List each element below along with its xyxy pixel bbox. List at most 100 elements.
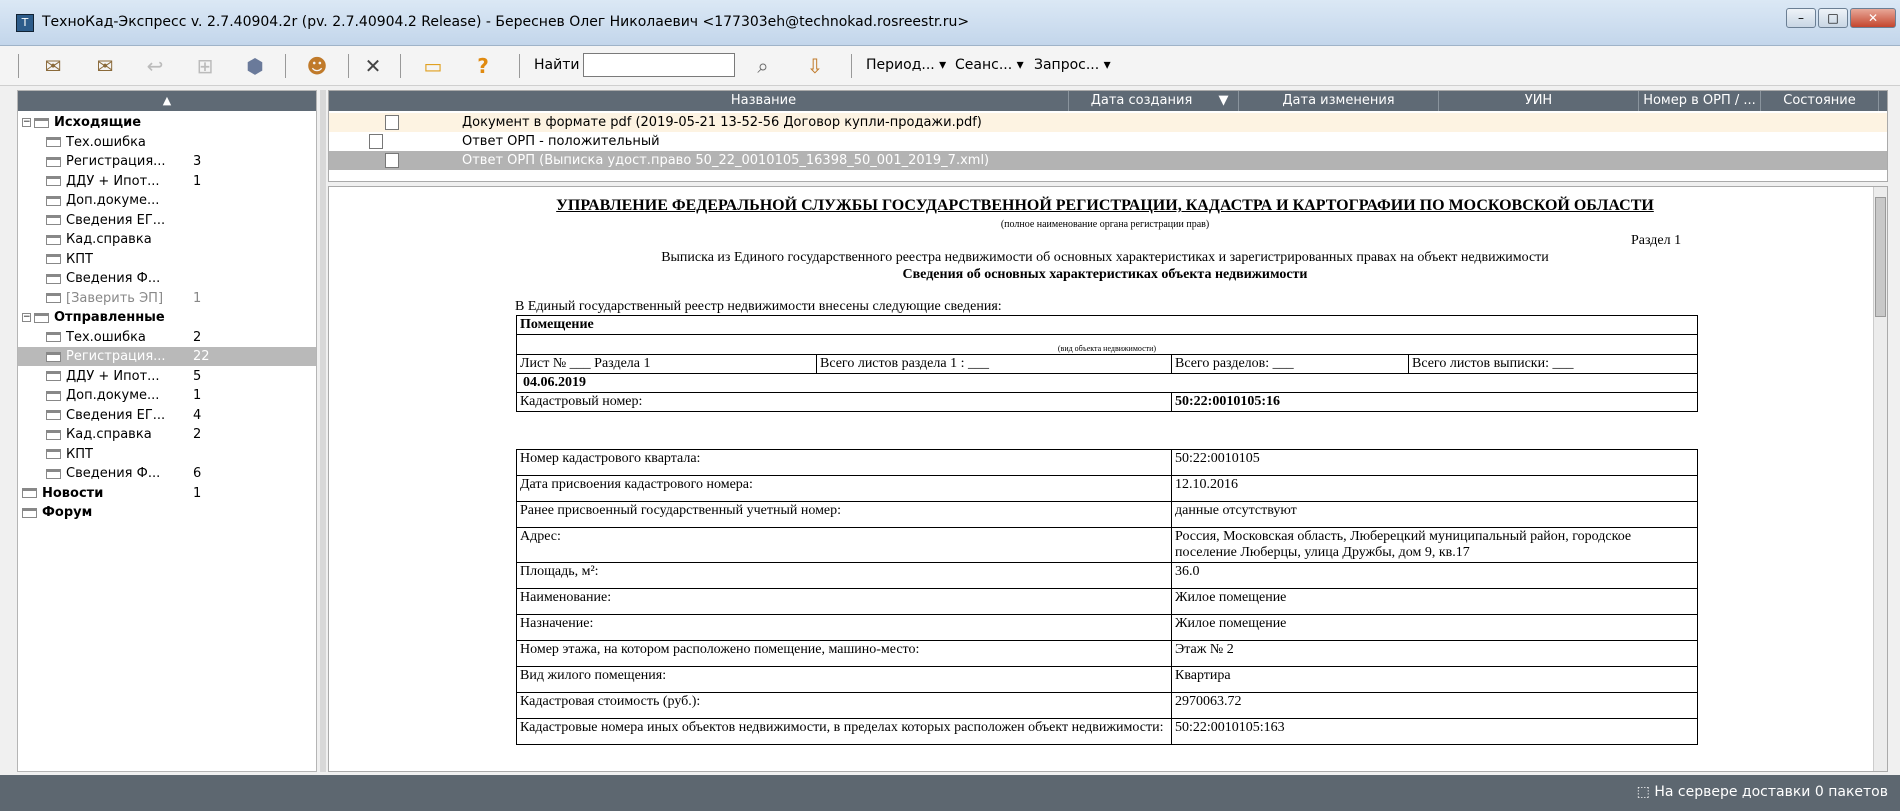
field-value: 50:22:0010105 (1171, 449, 1698, 476)
object-type: Помещение (516, 315, 1698, 335)
tree-item[interactable]: Сведения ЕГ... 4 (18, 406, 316, 425)
table-row: Ранее присвоенный государственный учетны… (516, 501, 1698, 528)
tree-item[interactable]: КПТ (18, 445, 316, 464)
folder-icon (46, 371, 61, 381)
table-row: Адрес: Россия, Московская область, Любере… (516, 527, 1698, 563)
tree-item-count: 2 (193, 329, 202, 345)
request-dropdown[interactable]: Запрос... ▾ (1034, 57, 1111, 73)
total-sections: Всего разделов: ___ (1171, 354, 1409, 374)
tree-item[interactable]: Кад.справка (18, 230, 316, 249)
tree-item[interactable]: ДДУ + Ипот... 5 (18, 367, 316, 386)
folder-icon (46, 293, 61, 303)
column-state[interactable]: Состояние (1761, 91, 1879, 111)
help-icon[interactable]: ? (470, 52, 496, 80)
new-envelope-icon[interactable]: ✉ (38, 52, 68, 80)
row-name: Ответ ОРП - положительный (462, 134, 660, 149)
download-icon[interactable]: ⇩ (800, 52, 830, 80)
expand-toggle-icon[interactable]: − (22, 118, 31, 127)
maximize-button[interactable]: □ (1818, 8, 1848, 28)
tree-item[interactable]: Сведения ЕГ... (18, 211, 316, 230)
tree-item[interactable]: Регистрация... 22 (18, 347, 316, 366)
tree-item[interactable]: Сведения Ф... 6 (18, 464, 316, 483)
table-row[interactable]: Ответ ОРП (Выписка удост.право 50_22_001… (329, 151, 1887, 170)
intro-text: В Единый государственный реестр недвижим… (515, 299, 1002, 314)
field-label: Кадастровые номера иных объектов недвижи… (516, 718, 1172, 745)
column-uin[interactable]: УИН (1439, 91, 1639, 111)
tree-header[interactable]: ▲ (18, 91, 316, 111)
table-row: Номер кадастрового квартала: 50:22:001010… (516, 449, 1698, 476)
folder-icon (22, 488, 37, 498)
open-envelope-icon[interactable]: ✉ (90, 52, 120, 80)
tree-item[interactable]: [Заверить ЭП] 1 (18, 289, 316, 308)
minimize-button[interactable]: – (1786, 8, 1816, 28)
tree-item-label: [Заверить ЭП] (66, 290, 164, 306)
table-row[interactable]: Ответ ОРП - положительный (329, 132, 1887, 151)
session-dropdown[interactable]: Сеанс... ▾ (955, 57, 1024, 73)
xml-file-icon (385, 153, 399, 168)
tree-item[interactable]: Доп.докуме... 1 (18, 386, 316, 405)
tree-item[interactable]: Кад.справка 2 (18, 425, 316, 444)
tree-item[interactable]: − Исходящие (18, 113, 316, 132)
column-orp-number[interactable]: Номер в ОРП / ... (1639, 91, 1761, 111)
field-label: Вид жилого помещения: (516, 666, 1172, 693)
panel-splitter[interactable] (320, 90, 326, 772)
package-icon[interactable]: ⬢ (240, 52, 270, 80)
toolbar-separator (851, 54, 852, 78)
table-row[interactable]: Документ в формате pdf (2019-05-21 13-52… (329, 113, 1887, 132)
field-label: Ранее присвоенный государственный учетны… (516, 501, 1172, 528)
tree-item[interactable]: Новости 1 (18, 484, 316, 503)
delivery-status: ⬚ На сервере доставки 0 пакетов (1636, 784, 1888, 800)
tree-item[interactable]: КПТ (18, 250, 316, 269)
tools-icon[interactable]: ✕ (358, 52, 388, 80)
status-bar: ⬚ На сервере доставки 0 пакетов (0, 775, 1900, 811)
column-modified[interactable]: Дата изменения (1239, 91, 1439, 111)
table-row: Кадастровая стоимость (руб.): 2970063.72 (516, 692, 1698, 719)
tree-item[interactable]: Доп.докуме... (18, 191, 316, 210)
expand-toggle-icon[interactable]: − (22, 313, 31, 322)
folder-icon (46, 468, 61, 479)
close-button[interactable]: ✕ (1850, 8, 1896, 28)
column-name[interactable]: Название (459, 91, 1069, 111)
toolbar-separator (348, 54, 349, 78)
app-icon: T (16, 14, 34, 32)
column-created[interactable]: Дата создания (1069, 91, 1214, 111)
field-label: Назначение: (516, 614, 1172, 641)
search-label: Найти (534, 57, 580, 73)
table-row: Назначение: Жилое помещение (516, 614, 1698, 641)
field-value: Жилое помещение (1171, 588, 1698, 615)
tree-item[interactable]: Тех.ошибка (18, 133, 316, 152)
table-row: Площадь, м²: 36.0 (516, 562, 1698, 589)
tree-item[interactable]: Регистрация... 3 (18, 152, 316, 171)
document-scrollbar[interactable] (1873, 187, 1887, 771)
tree-item[interactable]: − Отправленные (18, 308, 316, 327)
sort-desc-icon[interactable]: ▼ (1209, 91, 1239, 111)
tree-item[interactable]: ДДУ + Ипот... 1 (18, 172, 316, 191)
comment-icon[interactable]: ▭ (418, 52, 448, 80)
table-row: Номер этажа, на котором расположено поме… (516, 640, 1698, 667)
row-name: Документ в формате pdf (2019-05-21 13-52… (462, 115, 982, 130)
tree-item-label: Регистрация... (66, 154, 166, 169)
tree-item[interactable]: Тех.ошибка 2 (18, 328, 316, 347)
reply-icon[interactable]: ↩ (140, 52, 170, 80)
search-icon[interactable]: ⌕ (748, 52, 778, 80)
tree-item-label: ДДУ + Ипот... (66, 368, 160, 384)
tree-item-count: 2 (193, 427, 202, 442)
scrollbar-thumb[interactable] (1875, 197, 1886, 317)
period-dropdown[interactable]: Период... ▾ (866, 57, 946, 73)
table-row: Кадастровые номера иных объектов недвижи… (516, 718, 1698, 745)
window-title: ТехноКад-Экспресс v. 2.7.40904.2r (pv. 2… (42, 14, 970, 30)
extract-heading: Выписка из Единого государственного реес… (661, 250, 1549, 265)
extract-subheading: Сведения об основных характеристиках объ… (902, 267, 1308, 282)
folder-icon (34, 117, 49, 128)
document-viewer: УПРАВЛЕНИЕ ФЕДЕРАЛЬНОЙ СЛУЖБЫ ГОСУДАРСТВ… (328, 186, 1888, 772)
delivery-status-text: На сервере доставки 0 пакетов (1654, 784, 1888, 800)
tree-item[interactable]: Форум (18, 503, 316, 522)
users-icon[interactable]: ☻ (300, 52, 334, 80)
cadastral-number-value: 50:22:0010105:16 (1171, 392, 1698, 412)
messages-grid: Название Дата создания ▼ Дата изменения … (328, 90, 1888, 182)
add-document-icon[interactable]: ⊞ (190, 52, 220, 80)
tree-item-label: Сведения ЕГ... (66, 407, 166, 423)
tree-item[interactable]: Сведения Ф... (18, 269, 316, 288)
tree-item-label: Отправленные (54, 310, 165, 325)
search-input[interactable] (583, 53, 735, 77)
